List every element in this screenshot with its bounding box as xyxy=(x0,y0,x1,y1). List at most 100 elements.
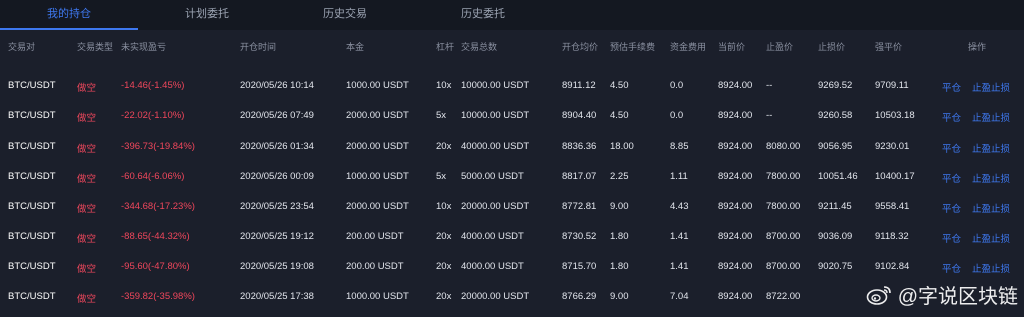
table-row: BTC/USDT 做空 -88.65(-44.32%) 2020/05/25 1… xyxy=(0,223,1024,251)
type-cell: 做空 xyxy=(77,264,97,275)
liq-cell: 9709.11 xyxy=(875,80,909,91)
fee-cell: 1.80 xyxy=(610,231,629,242)
stop-loss-cell: 10051.46 xyxy=(818,171,858,182)
total-cell: 20000.00 USDT xyxy=(461,201,530,212)
pair-cell: BTC/USDT xyxy=(8,201,56,212)
stop-loss-cell: 9269.52 xyxy=(818,80,853,91)
table-row: BTC/USDT 做空 -14.46(-1.45%) 2020/05/26 10… xyxy=(0,72,1024,100)
principal-cell: 200.00 USDT xyxy=(346,261,404,272)
watermark-text: @字说区块链 xyxy=(897,286,1018,308)
tab-my-positions[interactable]: 我的持仓 xyxy=(0,0,138,30)
tpsl-button[interactable]: 止盈止损 xyxy=(972,110,1010,124)
open-avg-cell: 8817.07 xyxy=(562,171,597,182)
pair-cell: BTC/USDT xyxy=(8,80,56,91)
type-cell: 做空 xyxy=(77,83,97,94)
col-pnl: 未实现盈亏 xyxy=(121,42,167,52)
time-cell: 2020/05/25 19:08 xyxy=(240,261,314,272)
weibo-icon xyxy=(866,284,892,306)
stop-loss-cell: 9211.45 xyxy=(818,201,852,212)
col-stop-loss: 止损价 xyxy=(818,42,846,52)
table-row: BTC/USDT 做空 -344.68(-17.23%) 2020/05/25 … xyxy=(0,193,1024,221)
tpsl-button[interactable]: 止盈止损 xyxy=(972,261,1010,275)
fee-cell: 9.00 xyxy=(610,291,629,302)
tpsl-button[interactable]: 止盈止损 xyxy=(972,141,1010,155)
fee-cell: 18.00 xyxy=(610,141,634,152)
leverage-cell: 20x xyxy=(436,291,452,302)
pair-cell: BTC/USDT xyxy=(8,231,56,242)
take-profit-cell: 8722.00 xyxy=(766,291,801,302)
close-position-button[interactable]: 平仓 xyxy=(942,261,961,275)
current-cell: 8924.00 xyxy=(718,141,753,152)
type-cell: 做空 xyxy=(77,174,97,185)
take-profit-cell: 8700.00 xyxy=(766,261,801,272)
time-cell: 2020/05/26 01:34 xyxy=(240,141,314,152)
total-cell: 5000.00 USDT xyxy=(461,171,524,182)
liq-cell: 9102.84 xyxy=(875,261,910,272)
tab-trade-history[interactable]: 历史交易 xyxy=(276,0,414,30)
principal-cell: 2000.00 USDT xyxy=(346,201,409,212)
tpsl-button[interactable]: 止盈止损 xyxy=(972,171,1010,185)
open-avg-cell: 8836.36 xyxy=(562,141,597,152)
weibo-watermark: @字说区块链 xyxy=(866,280,1018,309)
tab-order-history[interactable]: 历史委托 xyxy=(414,0,552,30)
leverage-cell: 20x xyxy=(436,231,452,242)
type-cell: 做空 xyxy=(77,144,97,155)
current-cell: 8924.00 xyxy=(718,201,753,212)
funding-cell: 1.41 xyxy=(670,231,689,242)
col-leverage: 杠杆 xyxy=(436,42,455,52)
open-avg-cell: 8730.52 xyxy=(562,231,597,242)
liq-cell: 9558.41 xyxy=(875,201,910,212)
tpsl-button[interactable]: 止盈止损 xyxy=(972,231,1010,245)
pnl-cell: -22.02(-1.10%) xyxy=(121,110,185,121)
close-position-button[interactable]: 平仓 xyxy=(942,231,961,245)
pnl-cell: -95.60(-47.80%) xyxy=(121,261,190,272)
close-position-button[interactable]: 平仓 xyxy=(942,110,961,124)
take-profit-cell: -- xyxy=(766,110,773,121)
close-position-button[interactable]: 平仓 xyxy=(942,80,961,94)
take-profit-cell: 7800.00 xyxy=(766,171,801,182)
total-cell: 4000.00 USDT xyxy=(461,261,524,272)
total-cell: 10000.00 USDT xyxy=(461,80,530,91)
fee-cell: 2.25 xyxy=(610,171,629,182)
take-profit-cell: 8700.00 xyxy=(766,231,801,242)
stop-loss-cell: 9020.75 xyxy=(818,261,853,272)
total-cell: 40000.00 USDT xyxy=(461,141,530,152)
pnl-cell: -60.64(-6.06%) xyxy=(121,171,185,182)
close-position-button[interactable]: 平仓 xyxy=(942,171,961,185)
funding-cell: 0.0 xyxy=(670,80,684,91)
time-cell: 2020/05/25 19:12 xyxy=(240,231,314,242)
leverage-cell: 20x xyxy=(436,261,452,272)
current-cell: 8924.00 xyxy=(718,291,753,302)
close-position-button[interactable]: 平仓 xyxy=(942,141,961,155)
pair-cell: BTC/USDT xyxy=(8,291,56,302)
table-row: BTC/USDT 做空 -95.60(-47.80%) 2020/05/25 1… xyxy=(0,253,1024,281)
close-position-button[interactable]: 平仓 xyxy=(942,201,961,215)
type-cell: 做空 xyxy=(77,113,97,124)
table-header: 交易对 交易类型 未实现盈亏 开仓时间 本金 杠杆 交易总数 开仓均价 预估手续… xyxy=(0,40,1024,56)
pair-cell: BTC/USDT xyxy=(8,141,56,152)
pair-cell: BTC/USDT xyxy=(8,171,56,182)
time-cell: 2020/05/25 17:38 xyxy=(240,291,314,302)
current-cell: 8924.00 xyxy=(718,171,753,182)
tab-bar: 我的持仓 计划委托 历史交易 历史委托 xyxy=(0,0,1024,30)
fee-cell: 4.50 xyxy=(610,110,629,121)
pnl-cell: -88.65(-44.32%) xyxy=(121,231,190,242)
tpsl-button[interactable]: 止盈止损 xyxy=(972,80,1010,94)
tab-plan-orders[interactable]: 计划委托 xyxy=(138,0,276,30)
liq-cell: 10400.17 xyxy=(875,171,915,182)
leverage-cell: 10x xyxy=(436,201,452,212)
col-current: 当前价 xyxy=(718,42,746,52)
tpsl-button[interactable]: 止盈止损 xyxy=(972,201,1010,215)
col-fee: 预估手续费 xyxy=(610,42,656,52)
total-cell: 4000.00 USDT xyxy=(461,231,524,242)
current-cell: 8924.00 xyxy=(718,261,753,272)
open-avg-cell: 8772.81 xyxy=(562,201,597,212)
table-row: BTC/USDT 做空 -396.73(-19.84%) 2020/05/26 … xyxy=(0,133,1024,161)
open-avg-cell: 8911.12 xyxy=(562,80,596,91)
principal-cell: 1000.00 USDT xyxy=(346,291,409,302)
col-total: 交易总数 xyxy=(461,42,498,52)
liq-cell: 10503.18 xyxy=(875,110,915,121)
table-row: BTC/USDT 做空 -22.02(-1.10%) 2020/05/26 07… xyxy=(0,102,1024,130)
total-cell: 20000.00 USDT xyxy=(461,291,530,302)
time-cell: 2020/05/26 00:09 xyxy=(240,171,314,182)
